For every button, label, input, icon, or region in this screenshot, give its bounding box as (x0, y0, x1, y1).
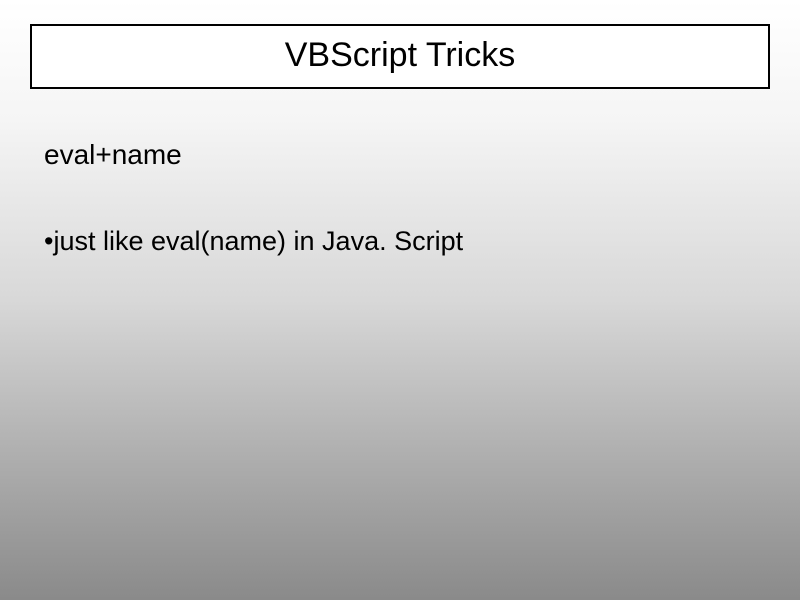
title-box: VBScript Tricks (30, 24, 770, 89)
slide-container: VBScript Tricks eval+name •just like eva… (0, 0, 800, 600)
bullet-text: just like eval(name) in Java. Script (53, 226, 463, 256)
slide-subtitle: eval+name (44, 139, 770, 171)
bullet-item: •just like eval(name) in Java. Script (44, 226, 770, 257)
slide-title: VBScript Tricks (285, 36, 515, 74)
